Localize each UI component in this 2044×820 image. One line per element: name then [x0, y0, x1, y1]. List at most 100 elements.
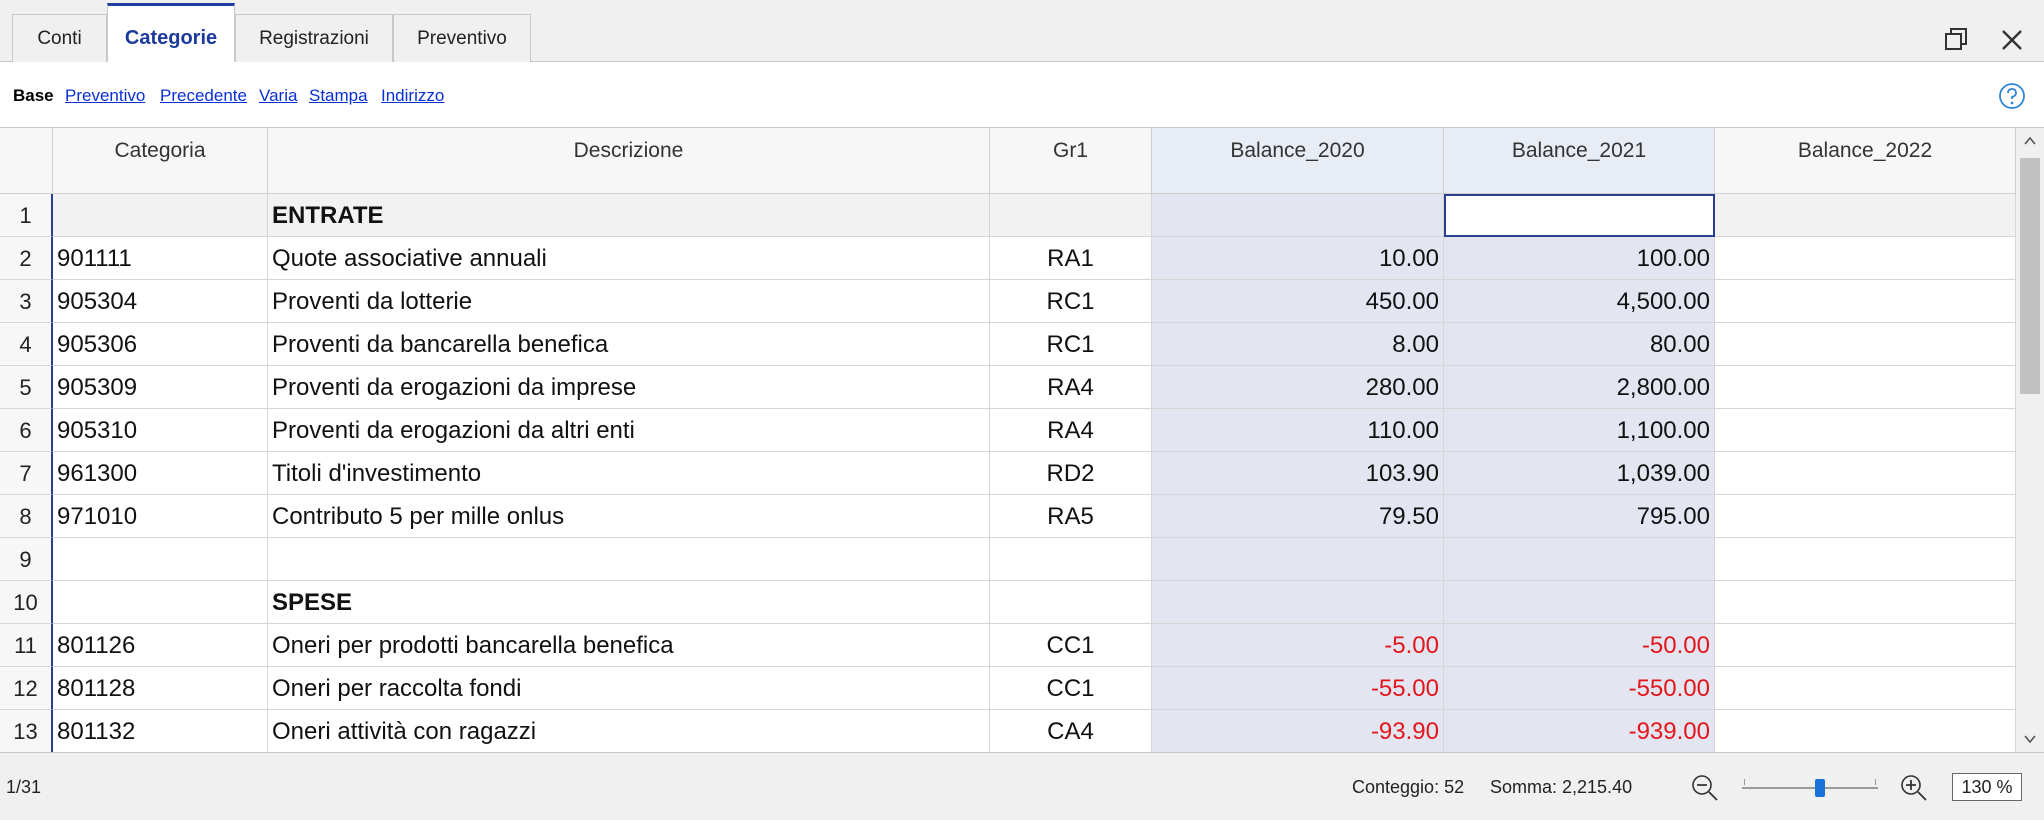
cell-balance-2022[interactable] — [1715, 409, 2016, 452]
vertical-scrollbar[interactable] — [2016, 128, 2044, 752]
cell-gr1[interactable]: RA4 — [990, 409, 1152, 452]
zoom-slider[interactable] — [1742, 775, 1878, 801]
cell-balance-2020[interactable]: 110.00 — [1152, 409, 1444, 452]
scroll-up-icon[interactable] — [2023, 134, 2037, 148]
row-number[interactable]: 11 — [0, 624, 53, 667]
restore-window-icon[interactable] — [1938, 22, 1974, 58]
cell-categoria[interactable]: 961300 — [53, 452, 268, 495]
tab-preventivo[interactable]: Preventivo — [393, 14, 531, 62]
cell-gr1[interactable]: RD2 — [990, 452, 1152, 495]
cell-balance-2021[interactable] — [1444, 538, 1715, 581]
cell-balance-2021[interactable]: -939.00 — [1444, 710, 1715, 752]
zoom-level[interactable]: 130 % — [1952, 773, 2022, 801]
cell-descrizione[interactable]: Oneri per prodotti bancarella benefica — [268, 624, 990, 667]
cell-descrizione[interactable]: Contributo 5 per mille onlus — [268, 495, 990, 538]
corner-header[interactable] — [0, 128, 53, 194]
column-header-categoria[interactable]: Categoria — [53, 128, 268, 194]
cell-balance-2020[interactable] — [1152, 581, 1444, 624]
row-number[interactable]: 6 — [0, 409, 53, 452]
view-precedente[interactable]: Precedente — [160, 86, 247, 106]
cell-categoria[interactable]: 901111 — [53, 237, 268, 280]
cell-balance-2021[interactable]: 1,039.00 — [1444, 452, 1715, 495]
cell-balance-2021[interactable] — [1444, 194, 1715, 237]
row-number[interactable]: 13 — [0, 710, 53, 752]
cell-balance-2021[interactable]: -50.00 — [1444, 624, 1715, 667]
cell-categoria[interactable]: 905306 — [53, 323, 268, 366]
cell-balance-2022[interactable] — [1715, 581, 2016, 624]
row-number[interactable]: 8 — [0, 495, 53, 538]
column-header-balance-2020[interactable]: Balance_2020 — [1152, 128, 1444, 194]
cell-balance-2021[interactable]: 2,800.00 — [1444, 366, 1715, 409]
cell-categoria[interactable]: 801132 — [53, 710, 268, 752]
cell-gr1[interactable] — [990, 538, 1152, 581]
cell-balance-2022[interactable] — [1715, 237, 2016, 280]
cell-balance-2020[interactable]: 79.50 — [1152, 495, 1444, 538]
cell-balance-2022[interactable] — [1715, 323, 2016, 366]
view-varia[interactable]: Varia — [259, 86, 297, 106]
tab-registrazioni[interactable]: Registrazioni — [235, 14, 393, 62]
cell-balance-2021[interactable]: -550.00 — [1444, 667, 1715, 710]
cell-balance-2020[interactable]: -5.00 — [1152, 624, 1444, 667]
cell-gr1[interactable]: RA1 — [990, 237, 1152, 280]
cell-descrizione[interactable]: Proventi da lotterie — [268, 280, 990, 323]
cell-gr1[interactable]: RA4 — [990, 366, 1152, 409]
view-stampa[interactable]: Stampa — [309, 86, 368, 106]
cell-gr1[interactable]: CA4 — [990, 710, 1152, 752]
row-number[interactable]: 7 — [0, 452, 53, 495]
cell-balance-2022[interactable] — [1715, 194, 2016, 237]
cell-balance-2021[interactable]: 100.00 — [1444, 237, 1715, 280]
cell-balance-2022[interactable] — [1715, 366, 2016, 409]
cell-descrizione[interactable]: ENTRATE — [268, 194, 990, 237]
cell-gr1[interactable]: RA5 — [990, 495, 1152, 538]
cell-balance-2020[interactable]: 280.00 — [1152, 366, 1444, 409]
cell-balance-2022[interactable] — [1715, 495, 2016, 538]
cell-balance-2020[interactable]: 450.00 — [1152, 280, 1444, 323]
cell-balance-2020[interactable]: 10.00 — [1152, 237, 1444, 280]
cell-balance-2022[interactable] — [1715, 624, 2016, 667]
cell-balance-2020[interactable]: 103.90 — [1152, 452, 1444, 495]
cell-gr1[interactable]: RC1 — [990, 323, 1152, 366]
cell-gr1[interactable] — [990, 194, 1152, 237]
scrollbar-thumb[interactable] — [2020, 158, 2040, 394]
cell-balance-2021[interactable]: 4,500.00 — [1444, 280, 1715, 323]
cell-descrizione[interactable]: Oneri per raccolta fondi — [268, 667, 990, 710]
cell-gr1[interactable] — [990, 581, 1152, 624]
cell-balance-2021[interactable]: 795.00 — [1444, 495, 1715, 538]
cell-descrizione[interactable]: Oneri attività con ragazzi — [268, 710, 990, 752]
cell-categoria[interactable]: 801126 — [53, 624, 268, 667]
cell-categoria[interactable]: 971010 — [53, 495, 268, 538]
cell-balance-2022[interactable] — [1715, 667, 2016, 710]
column-header-balance-2022[interactable]: Balance_2022 — [1715, 128, 2016, 194]
row-number[interactable]: 12 — [0, 667, 53, 710]
row-number[interactable]: 1 — [0, 194, 53, 237]
cell-categoria[interactable]: 905309 — [53, 366, 268, 409]
cell-balance-2020[interactable]: -55.00 — [1152, 667, 1444, 710]
cell-balance-2020[interactable]: -93.90 — [1152, 710, 1444, 752]
cell-descrizione[interactable] — [268, 538, 990, 581]
cell-categoria[interactable]: 801128 — [53, 667, 268, 710]
row-number[interactable]: 9 — [0, 538, 53, 581]
cell-gr1[interactable]: CC1 — [990, 624, 1152, 667]
cell-descrizione[interactable]: SPESE — [268, 581, 990, 624]
column-header-balance-2021[interactable]: Balance_2021 — [1444, 128, 1715, 194]
cell-gr1[interactable]: RC1 — [990, 280, 1152, 323]
cell-descrizione[interactable]: Proventi da erogazioni da altri enti — [268, 409, 990, 452]
cell-balance-2021[interactable] — [1444, 581, 1715, 624]
cell-categoria[interactable] — [53, 581, 268, 624]
cell-balance-2021[interactable]: 80.00 — [1444, 323, 1715, 366]
cell-categoria[interactable]: 905304 — [53, 280, 268, 323]
row-number[interactable]: 3 — [0, 280, 53, 323]
close-icon[interactable] — [1994, 22, 2030, 58]
cell-balance-2022[interactable] — [1715, 280, 2016, 323]
cell-balance-2020[interactable] — [1152, 538, 1444, 581]
cell-descrizione[interactable]: Proventi da erogazioni da imprese — [268, 366, 990, 409]
cell-balance-2020[interactable]: 8.00 — [1152, 323, 1444, 366]
cell-balance-2022[interactable] — [1715, 538, 2016, 581]
zoom-slider-thumb[interactable] — [1815, 779, 1825, 797]
column-header-descrizione[interactable]: Descrizione — [268, 128, 990, 194]
cell-balance-2022[interactable] — [1715, 710, 2016, 752]
cell-categoria[interactable] — [53, 538, 268, 581]
cell-descrizione[interactable]: Quote associative annuali — [268, 237, 990, 280]
view-base[interactable]: Base — [13, 86, 54, 106]
view-preventivo[interactable]: Preventivo — [65, 86, 145, 106]
